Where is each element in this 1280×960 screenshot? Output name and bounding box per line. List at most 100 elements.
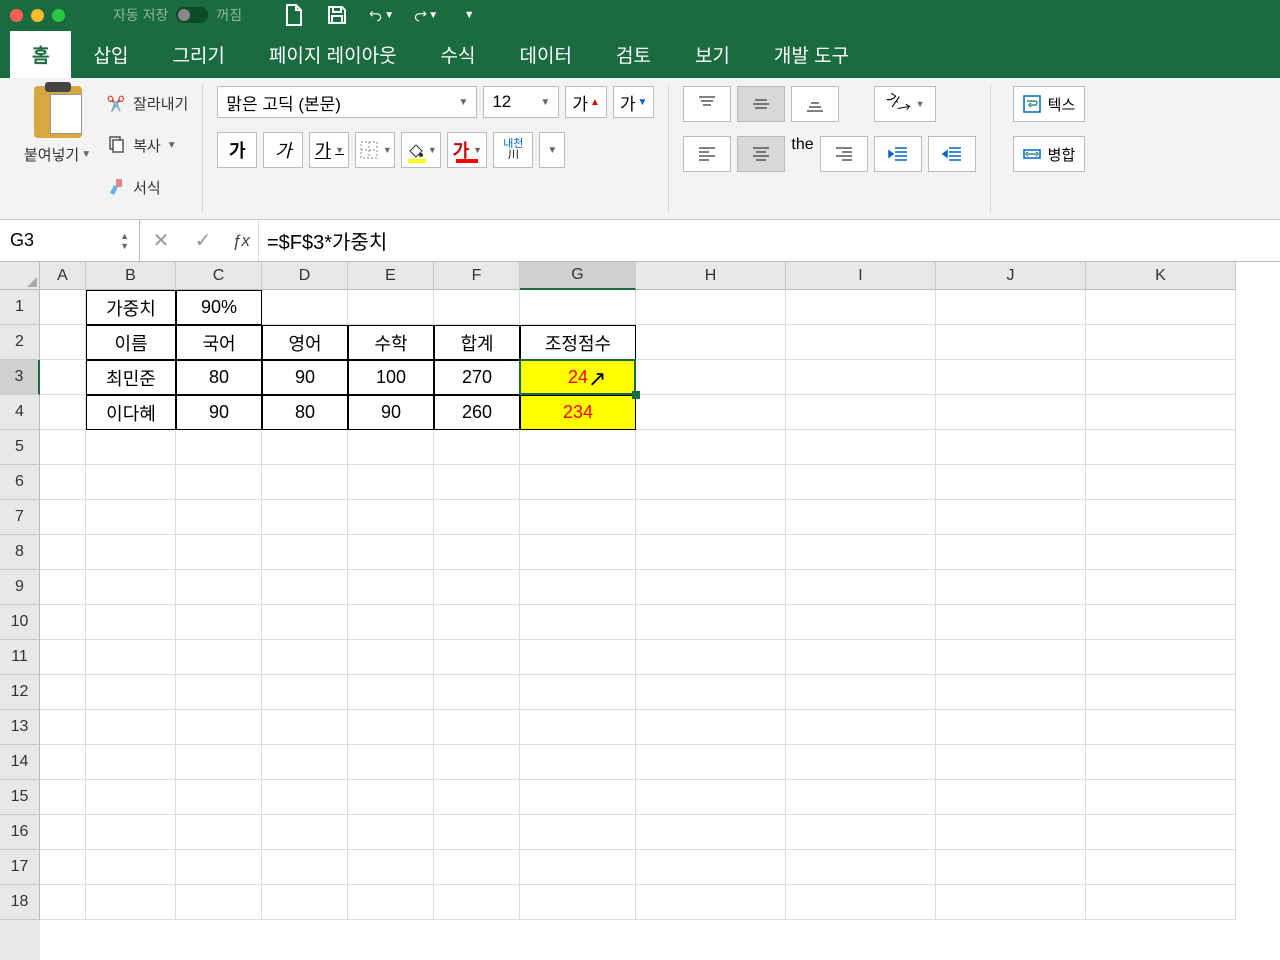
cell[interactable] [520, 535, 636, 570]
cell[interactable] [1086, 675, 1236, 710]
cell[interactable]: 최민준 [86, 360, 176, 395]
cell[interactable]: 국어 [176, 325, 262, 360]
row-header-11[interactable]: 11 [0, 640, 40, 675]
cell[interactable] [40, 325, 86, 360]
cell[interactable] [786, 605, 936, 640]
cell[interactable] [1086, 430, 1236, 465]
cell[interactable] [520, 640, 636, 675]
cell[interactable] [176, 710, 262, 745]
cell[interactable] [40, 780, 86, 815]
cell[interactable] [520, 850, 636, 885]
cell[interactable] [348, 465, 434, 500]
cell[interactable] [262, 605, 348, 640]
cell[interactable] [786, 500, 936, 535]
phonetic-dropdown[interactable]: ▼ [539, 132, 565, 168]
cell[interactable] [786, 325, 936, 360]
cell[interactable]: 270 [434, 360, 520, 395]
cell[interactable] [40, 885, 86, 920]
cell[interactable] [434, 745, 520, 780]
cell[interactable] [40, 500, 86, 535]
column-headers[interactable]: ABCDEFGHIJK [40, 262, 1236, 290]
cell[interactable] [520, 430, 636, 465]
cell[interactable] [262, 465, 348, 500]
cell[interactable] [1086, 360, 1236, 395]
cell[interactable] [434, 290, 520, 325]
cell[interactable] [86, 465, 176, 500]
cell[interactable] [786, 465, 936, 500]
cell[interactable] [262, 745, 348, 780]
cell[interactable] [936, 850, 1086, 885]
cell[interactable] [348, 710, 434, 745]
cell[interactable] [86, 815, 176, 850]
cell[interactable] [520, 780, 636, 815]
align-top-button[interactable] [683, 86, 731, 122]
align-center-button[interactable] [737, 136, 785, 172]
cell[interactable] [636, 675, 786, 710]
cell[interactable] [348, 850, 434, 885]
cell[interactable] [936, 640, 1086, 675]
redo-icon[interactable]: ▼ [412, 2, 438, 28]
tab-review[interactable]: 검토 [594, 31, 673, 78]
cell[interactable] [786, 430, 936, 465]
increase-indent-button[interactable] [928, 136, 976, 172]
cell[interactable] [936, 780, 1086, 815]
cell[interactable] [262, 815, 348, 850]
cell[interactable] [786, 675, 936, 710]
cell[interactable] [636, 360, 786, 395]
cell[interactable] [936, 570, 1086, 605]
cell[interactable] [40, 710, 86, 745]
cell[interactable] [176, 605, 262, 640]
cell[interactable] [40, 675, 86, 710]
autosave-toggle[interactable]: 자동 저장 꺼짐 [113, 5, 242, 25]
cell[interactable] [936, 325, 1086, 360]
tab-insert[interactable]: 삽입 [71, 31, 150, 78]
borders-button[interactable]: ▼ [355, 132, 395, 168]
cell[interactable] [520, 290, 636, 325]
cell[interactable] [520, 815, 636, 850]
cell[interactable] [786, 395, 936, 430]
col-header-F[interactable]: F [434, 262, 520, 290]
cell[interactable] [936, 535, 1086, 570]
fill-color-button[interactable]: ▼ [401, 132, 441, 168]
cell[interactable] [348, 290, 434, 325]
cell[interactable] [40, 465, 86, 500]
col-header-B[interactable]: B [86, 262, 176, 290]
row-header-10[interactable]: 10 [0, 605, 40, 640]
window-minimize-button[interactable] [31, 9, 44, 22]
cell[interactable] [176, 745, 262, 780]
cell[interactable] [636, 290, 786, 325]
cell[interactable] [1086, 465, 1236, 500]
col-header-J[interactable]: J [936, 262, 1086, 290]
cell[interactable] [1086, 570, 1236, 605]
cell[interactable] [348, 815, 434, 850]
cell[interactable] [262, 675, 348, 710]
cell[interactable] [176, 430, 262, 465]
orientation-button[interactable]: 가↗▼ [874, 86, 936, 122]
font-size-select[interactable]: 12 ▼ [483, 86, 559, 118]
cell[interactable] [1086, 535, 1236, 570]
cell[interactable] [86, 780, 176, 815]
tab-draw[interactable]: 그리기 [150, 31, 246, 78]
cell[interactable] [434, 605, 520, 640]
row-header-12[interactable]: 12 [0, 675, 40, 710]
cell[interactable] [936, 675, 1086, 710]
cell[interactable] [636, 465, 786, 500]
name-box[interactable]: G3 ▲▼ [0, 220, 140, 261]
cell[interactable] [40, 360, 86, 395]
cell[interactable] [636, 325, 786, 360]
cell[interactable] [786, 850, 936, 885]
cell[interactable] [786, 535, 936, 570]
cell[interactable]: 90 [262, 360, 348, 395]
cell[interactable] [1086, 290, 1236, 325]
cell[interactable] [636, 395, 786, 430]
cell[interactable]: 90 [176, 395, 262, 430]
tab-data[interactable]: 데이터 [498, 31, 594, 78]
row-headers[interactable]: 123456789101112131415161718 [0, 290, 40, 960]
col-header-K[interactable]: K [1086, 262, 1236, 290]
cell[interactable] [176, 815, 262, 850]
tab-developer[interactable]: 개발 도구 [752, 31, 871, 78]
cell[interactable] [1086, 885, 1236, 920]
row-header-6[interactable]: 6 [0, 465, 40, 500]
cell[interactable] [520, 675, 636, 710]
copy-button[interactable]: 복사 ▼ [105, 134, 188, 156]
